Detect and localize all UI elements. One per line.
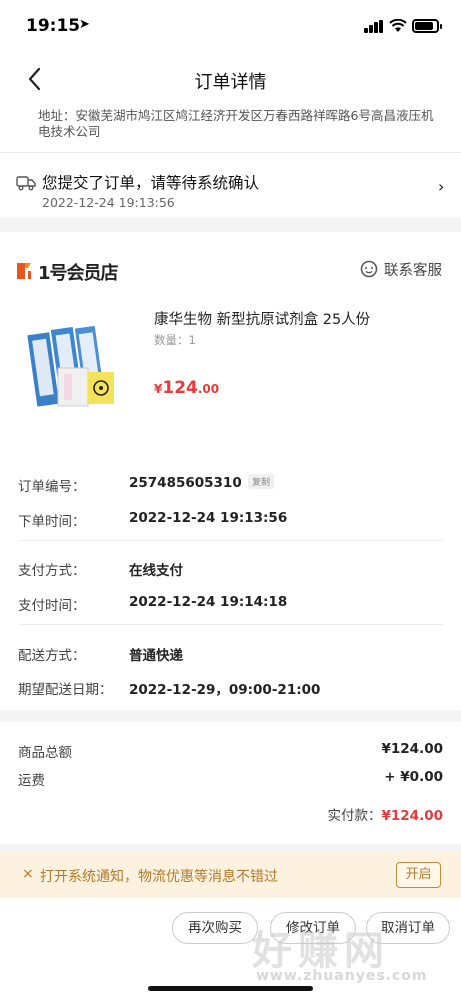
bottom-action-bar: 再次购买 修改订单 取消订单 (0, 898, 461, 1000)
delivery-method-label: 配送方式： (18, 648, 86, 664)
page-title: 订单详情 (194, 72, 267, 93)
battery-icon (412, 19, 442, 33)
store-name: 1号会员店 (38, 263, 119, 284)
delivery-method-value: 普通快递 (129, 648, 183, 664)
goods-total-label: 商品总额 (18, 745, 72, 761)
product-price: ¥124.00 (154, 378, 219, 398)
order-status-title: 您提交了订单，请等待系统确认 (42, 174, 260, 192)
price-integer: 124 (162, 378, 198, 398)
chevron-right-icon: › (438, 177, 445, 196)
status-time: 19:15 (26, 16, 81, 36)
order-number-value: 257485605310 (129, 475, 242, 491)
close-icon[interactable]: × (22, 866, 34, 882)
wifi-icon (389, 18, 407, 32)
order-status-row[interactable]: 您提交了订单，请等待系统确认 2022-12-24 19:13:56 › (0, 152, 461, 218)
product-image[interactable] (18, 310, 130, 422)
divider (18, 624, 443, 625)
divider (18, 540, 443, 541)
customer-service-icon[interactable] (360, 260, 378, 278)
amount-card: 商品总额 ¥124.00 运费 + ¥0.00 实付款：¥124.00 (0, 722, 461, 844)
order-time-label: 下单时间： (18, 514, 86, 530)
truck-icon (16, 175, 36, 191)
store-card: 1号会员店 联系客服 康华生物 新型抗原试剂盒 25人份 数量：1 ¥124.0… (0, 232, 461, 442)
product-quantity: 数量：1 (154, 333, 196, 347)
pay-method-value: 在线支付 (129, 563, 183, 579)
notification-banner: × 打开系统通知，物流优惠等消息不错过 开启 (0, 852, 461, 898)
home-indicator (148, 986, 313, 991)
paid-amount: 实付款：¥124.00 (328, 804, 444, 824)
nav-bar: 订单详情 (0, 54, 461, 104)
enable-notification-button[interactable]: 开启 (396, 862, 441, 888)
notification-text: 打开系统通知，物流优惠等消息不错过 (40, 869, 278, 885)
customer-service-button[interactable]: 联系客服 (384, 259, 442, 280)
paid-value: ¥124.00 (381, 808, 444, 824)
freight-value: + ¥0.00 (384, 769, 443, 785)
freight-label: 运费 (18, 773, 45, 789)
pay-time-label: 支付时间： (18, 598, 86, 614)
rebuy-button[interactable]: 再次购买 (172, 912, 258, 944)
product-title[interactable]: 康华生物 新型抗原试剂盒 25人份 (154, 308, 370, 329)
pay-method-label: 支付方式： (18, 563, 86, 579)
address-text: 地址：安徽芜湖市鸠江区鸠江经济开发区万春西路祥晖路6号高昌液压机电技术公司 (38, 108, 434, 139)
modify-order-button[interactable]: 修改订单 (270, 912, 356, 944)
address-block: 地址：安徽芜湖市鸠江区鸠江经济开发区万春西路祥晖路6号高昌液压机电技术公司 (0, 104, 461, 152)
signal-icon (364, 20, 384, 33)
status-bar: 19:15 ➤ (0, 0, 461, 54)
paid-label: 实付款： (327, 808, 382, 824)
copy-button[interactable]: 复制 (248, 474, 275, 489)
expected-delivery-label: 期望配送日期： (18, 682, 113, 698)
order-status-time: 2022-12-24 19:13:56 (42, 195, 175, 210)
order-number-label: 订单编号： (18, 479, 86, 495)
cancel-order-button[interactable]: 取消订单 (366, 912, 450, 944)
order-time-value: 2022-12-24 19:13:56 (129, 510, 288, 526)
price-decimal: .00 (197, 382, 220, 396)
expected-delivery-value: 2022-12-29，09:00-21:00 (129, 682, 321, 698)
pay-time-value: 2022-12-24 19:14:18 (129, 594, 288, 610)
location-icon: ➤ (79, 17, 90, 32)
goods-total-value: ¥124.00 (381, 741, 444, 757)
store-logo-icon (14, 260, 34, 282)
